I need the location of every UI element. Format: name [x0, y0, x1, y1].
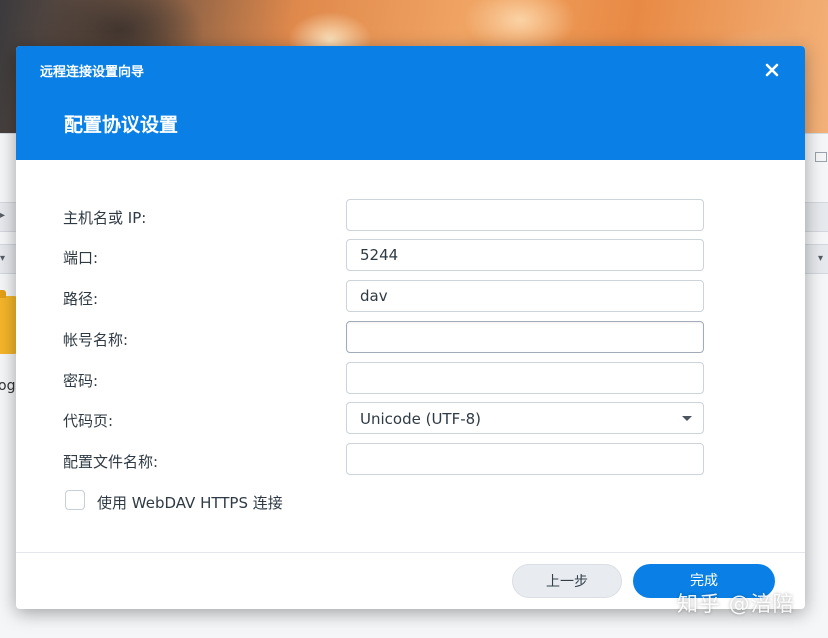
codepage-row: 代码页: Unicode (UTF-8) — [16, 402, 805, 436]
close-icon — [765, 63, 779, 77]
https-checkbox-label: 使用 WebDAV HTTPS 连接 — [97, 494, 283, 512]
codepage-select[interactable]: Unicode (UTF-8) — [346, 402, 704, 434]
background-window-control-icon — [815, 152, 827, 162]
close-button[interactable] — [760, 58, 784, 82]
codepage-selected-value: Unicode (UTF-8) — [360, 410, 482, 428]
https-checkbox[interactable] — [65, 490, 85, 510]
path-input[interactable] — [346, 280, 704, 312]
host-label: 主机名或 IP: — [63, 209, 147, 227]
port-input[interactable] — [346, 239, 704, 271]
password-label: 密码: — [63, 372, 99, 390]
password-input[interactable] — [346, 362, 704, 394]
footer-divider — [16, 552, 805, 553]
back-button[interactable]: 上一步 — [512, 564, 622, 598]
account-label: 帐号名称: — [63, 331, 129, 349]
background-dropdown-icon-right: ▾ — [818, 253, 824, 264]
codepage-label: 代码页: — [63, 412, 114, 430]
caret-down-icon — [682, 416, 692, 421]
host-row: 主机名或 IP: — [16, 199, 805, 233]
https-option[interactable]: 使用 WebDAV HTTPS 连接 — [64, 490, 364, 512]
background-file-label: og — [0, 378, 16, 394]
background-arrow-icon: ▸ — [0, 210, 6, 221]
port-label: 端口: — [63, 249, 99, 267]
profile-name-input[interactable] — [346, 443, 704, 475]
background-dropdown-icon: ▾ — [0, 253, 6, 264]
profile-name-row: 配置文件名称: — [16, 443, 805, 477]
remote-connection-wizard-dialog: 远程连接设置向导 配置协议设置 主机名或 IP: 端口: 路径: 帐号名称: 密… — [16, 46, 805, 609]
zhihu-watermark: 知乎 @涪陪 — [677, 592, 795, 616]
path-label: 路径: — [63, 290, 99, 308]
profile-name-label: 配置文件名称: — [63, 453, 159, 471]
step-title: 配置协议设置 — [64, 114, 179, 136]
account-row: 帐号名称: — [16, 321, 805, 355]
password-row: 密码: — [16, 362, 805, 396]
host-input[interactable] — [346, 199, 704, 231]
port-row: 端口: — [16, 239, 805, 273]
wizard-title: 远程连接设置向导 — [40, 65, 145, 80]
dialog-header: 远程连接设置向导 配置协议设置 — [16, 46, 805, 160]
account-input[interactable] — [346, 321, 704, 353]
path-row: 路径: — [16, 280, 805, 314]
